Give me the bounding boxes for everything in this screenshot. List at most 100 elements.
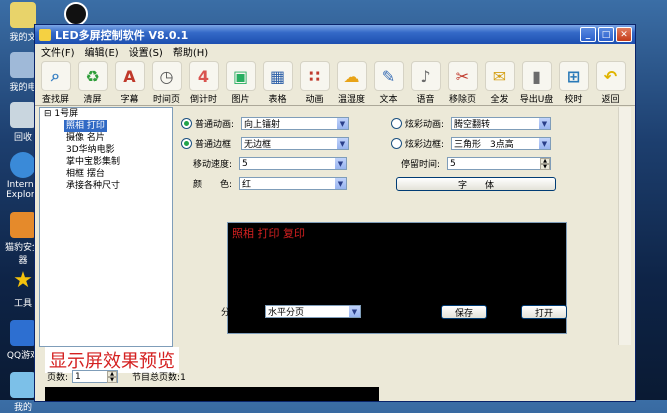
toolbar-button-label: 移除页 (448, 95, 476, 105)
menu-settings[interactable]: 设置(S) (129, 44, 163, 59)
toolbar-button-windows[interactable]: ⊞ 校时 (555, 59, 592, 105)
toolbar-button-speaker[interactable]: ♪ 语音 (407, 59, 444, 105)
menu-help[interactable]: 帮助(H) (173, 44, 208, 59)
fancy-border-radio[interactable] (391, 138, 402, 149)
normal-border-select[interactable]: 无边框 ▼ (241, 137, 349, 150)
user-icon (10, 372, 36, 398)
toolbar-button-animation[interactable]: ∷ 动画 (296, 59, 333, 105)
spinner-arrows[interactable]: ▲ ▼ (107, 371, 118, 383)
desktop-icon-label: 工具 (13, 299, 32, 309)
toolbar-button-label: 温湿度 (337, 95, 365, 105)
calendar-icon: 4 (188, 61, 219, 91)
windows-icon: ⊞ (558, 61, 589, 91)
speed-select[interactable]: 5 ▼ (239, 157, 347, 170)
tree-item-label: 摄像 名片 (66, 133, 105, 143)
fancy-anim-label: 炫彩动画: (405, 120, 445, 130)
toolbar-button-text-a[interactable]: A 字幕 (111, 59, 148, 105)
toolbar-button-usb[interactable]: ▮ 导出U盘 (518, 59, 555, 105)
toolbar-button-table[interactable]: ▦ 表格 (259, 59, 296, 105)
tree-item-label: 掌中宝影集制 (66, 157, 121, 167)
toolbar-button-send-mail[interactable]: ✉ 全发 (481, 59, 518, 105)
toolbar-button-picture[interactable]: ▣ 图片 (222, 59, 259, 105)
toolbar-button-label: 返回 (601, 95, 620, 105)
toolbar-button-scissors[interactable]: ✂ 移除页 (444, 59, 481, 105)
close-button[interactable]: ✕ (616, 27, 632, 42)
normal-anim-select[interactable]: 向上镭射 ▼ (241, 117, 349, 130)
toolbar-button-label: 语音 (416, 95, 435, 105)
fancy-border-value: 三角形 3点高 (454, 140, 514, 150)
animation-icon: ∷ (299, 61, 330, 91)
toolbar-button-back-arrow[interactable]: ↶ 返回 (592, 59, 629, 105)
speed-label: 移动速度: (193, 160, 233, 170)
fancy-border-row: 炫彩边框: 三角形 3点高 ▼ (391, 137, 551, 150)
color-value: 红 (242, 180, 252, 190)
tree-item[interactable]: 掌中宝影集制 (40, 156, 172, 168)
star-icon: ★ (13, 268, 33, 293)
fancy-anim-select[interactable]: 腾空翻转 ▼ (451, 117, 551, 130)
fancy-anim-radio[interactable] (391, 118, 402, 129)
vertical-scrollbar[interactable] (618, 107, 631, 345)
toolbar-button-weather[interactable]: ☁ 温湿度 (333, 59, 370, 105)
normal-anim-radio[interactable] (181, 118, 192, 129)
back-arrow-icon: ↶ (595, 61, 626, 91)
minimize-button[interactable]: _ (580, 27, 596, 42)
toolbar-button-label: 表格 (268, 95, 287, 105)
paging-select[interactable]: 水平分页 ▼ (265, 305, 361, 318)
open-button[interactable]: 打开 (521, 305, 567, 319)
tree-item[interactable]: 摄像 名片 (40, 132, 172, 144)
normal-anim-label: 普通动画: (195, 120, 235, 130)
chevron-down-icon: ▼ (539, 138, 550, 149)
menu-file[interactable]: 文件(F) (41, 44, 75, 59)
font-button[interactable]: 字 体 (396, 177, 556, 191)
total-pages-label: 节目总页数:1 (132, 373, 186, 383)
stay-time-spinner[interactable]: 5 ▲ ▼ (447, 157, 551, 170)
toolbar-button-label: 倒计时 (189, 95, 217, 105)
qq-penguin-icon[interactable] (64, 2, 88, 26)
toolbar-button-document[interactable]: ✎ 文本 (370, 59, 407, 105)
screen-text: 照相 打印 复印 (232, 227, 305, 240)
toolbar-button-calendar[interactable]: 4 倒计时 (185, 59, 222, 105)
spinner-arrows[interactable]: ▲ ▼ (540, 158, 550, 170)
program-tree[interactable]: ⊟ 1号屏 照相 打印 摄像 名片 3D华纳电影 掌中宝影集制 相框 摆台 承接… (39, 107, 173, 347)
maximize-button[interactable]: □ (598, 27, 614, 42)
normal-anim-value: 向上镭射 (244, 120, 281, 130)
toolbar-button-recycle[interactable]: ♻ 清屏 (74, 59, 111, 105)
speed-row: 移动速度: 5 ▼ (193, 157, 347, 170)
normal-border-label: 普通边框 (195, 140, 232, 150)
speaker-icon: ♪ (410, 61, 441, 91)
toolbar-button-label: 清屏 (83, 95, 102, 105)
normal-border-value: 无边框 (244, 140, 272, 150)
security-icon (10, 212, 36, 238)
color-select[interactable]: 红 ▼ (239, 177, 347, 190)
chevron-down-icon: ▼ (335, 158, 346, 169)
preview-section: 显示屏效果预览 页数: 1 ▲ ▼ 节目总页数:1 (35, 347, 635, 401)
tree-root[interactable]: ⊟ 1号屏 (40, 108, 172, 120)
page-spinner[interactable]: 1 ▲ ▼ (72, 370, 119, 383)
toolbar-button-search[interactable]: ⌕ 查找屏 (37, 59, 74, 105)
tree-item[interactable]: 3D华纳电影 (40, 144, 172, 156)
text-a-icon: A (114, 61, 145, 91)
toolbar-button-label: 校时 (564, 95, 583, 105)
page-label: 页数: (47, 373, 69, 383)
save-button[interactable]: 保存 (441, 305, 487, 319)
tree-item[interactable]: 相框 摆台 (40, 168, 172, 180)
page-value: 1 (75, 371, 81, 382)
document-icon: ✎ (373, 61, 404, 91)
tree-item[interactable]: 承接各种尺寸 (40, 180, 172, 192)
normal-border-radio[interactable] (181, 138, 192, 149)
send-mail-icon: ✉ (484, 61, 515, 91)
fancy-anim-value: 腾空翻转 (454, 120, 491, 130)
menu-bar: 文件(F) 编辑(E) 设置(S) 帮助(H) (35, 44, 635, 59)
app-icon (39, 28, 51, 41)
fancy-border-select[interactable]: 三角形 3点高 ▼ (451, 137, 551, 150)
tree-item-label: 相框 摆台 (66, 169, 105, 179)
tree-root-label: 1号屏 (54, 109, 79, 119)
desktop-icon-label: 回收 (13, 133, 32, 143)
toolbar-button-label: 文本 (379, 95, 398, 105)
qq-game-icon (10, 320, 36, 346)
search-icon: ⌕ (40, 61, 71, 91)
recycle-bin-icon (10, 102, 36, 128)
tree-item[interactable]: 照相 打印 (40, 120, 172, 132)
toolbar-button-clock[interactable]: ◷ 时间页 (148, 59, 185, 105)
menu-edit[interactable]: 编辑(E) (85, 44, 119, 59)
